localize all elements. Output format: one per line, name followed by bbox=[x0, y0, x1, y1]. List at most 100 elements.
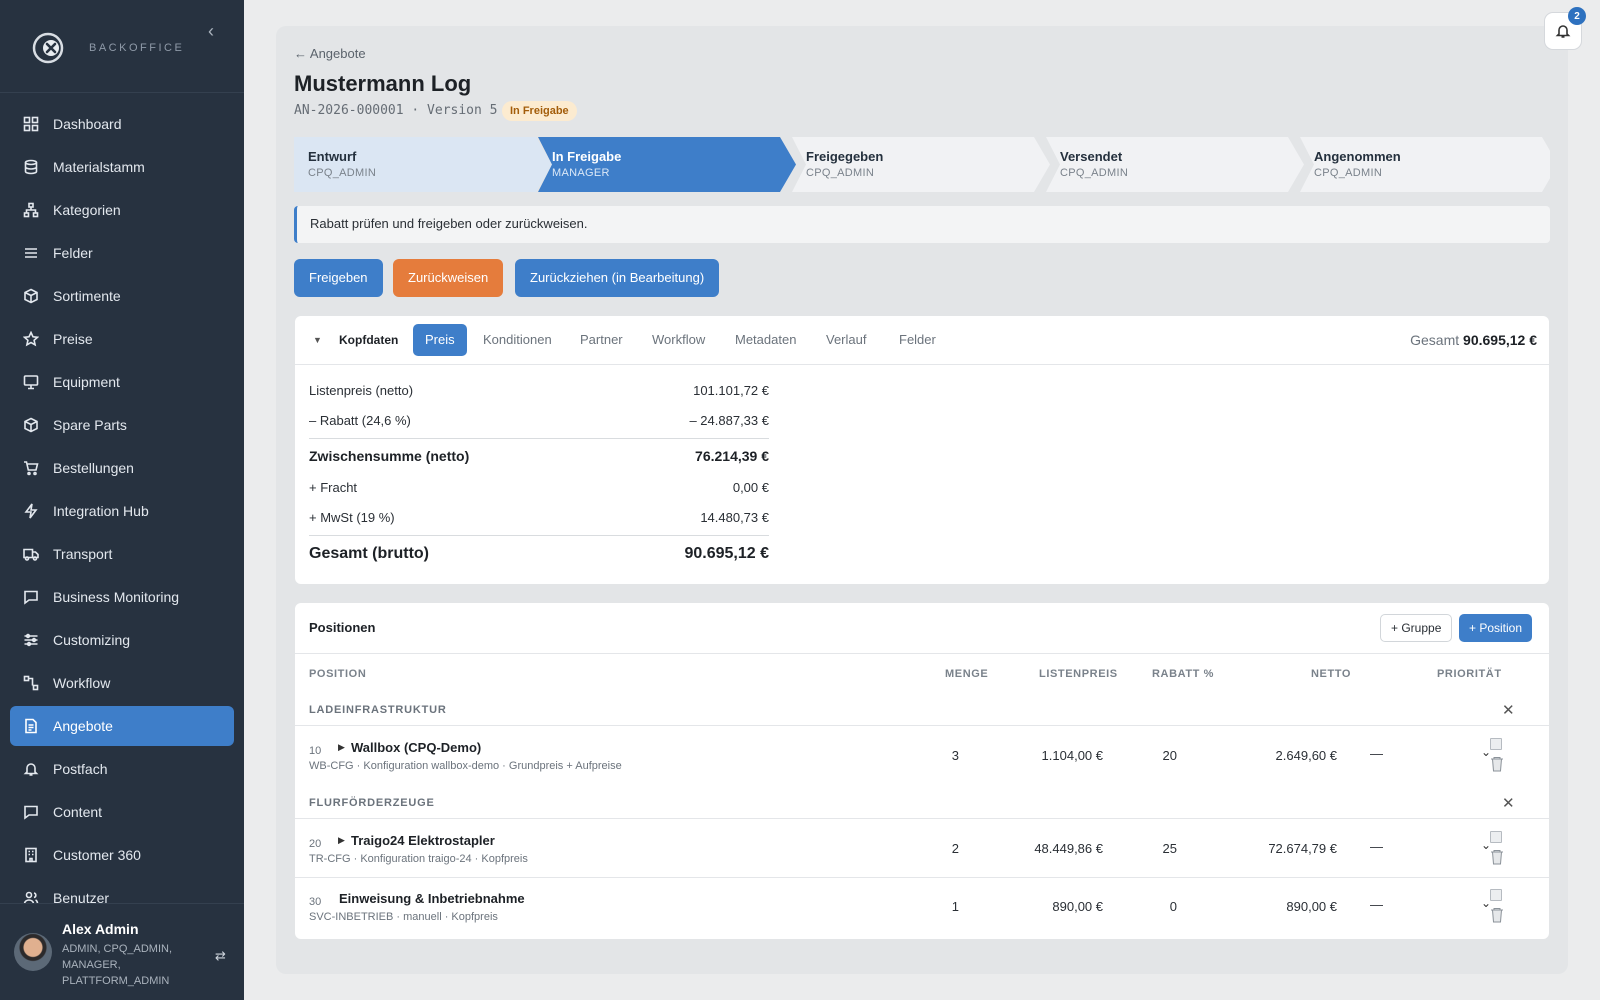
nav-item-label: Bestellungen bbox=[53, 460, 134, 476]
nav-item-transport[interactable]: Transport bbox=[10, 534, 234, 574]
qty-cell[interactable]: 1 bbox=[935, 899, 959, 914]
add-position-button[interactable]: + Position bbox=[1459, 614, 1533, 642]
nav-item-customizing[interactable]: Customizing bbox=[10, 620, 234, 660]
building-icon bbox=[23, 847, 39, 863]
freight-row: + Fracht 0,00 € bbox=[309, 475, 769, 499]
discount-cell[interactable]: 0 bbox=[1141, 899, 1177, 914]
reject-button[interactable]: Zurückweisen bbox=[393, 259, 504, 297]
box-icon bbox=[23, 288, 39, 304]
qty-cell[interactable]: 2 bbox=[935, 841, 959, 856]
step-entwurf[interactable]: Entwurf CPQ_ADMIN bbox=[294, 137, 552, 192]
nav-item-label: Sortimente bbox=[53, 288, 121, 304]
total-value: 90.695,12 € bbox=[1463, 332, 1537, 348]
nav-item-preise[interactable]: Preise bbox=[10, 319, 234, 359]
item-name: Einweisung & Inbetriebnahme bbox=[339, 891, 525, 906]
tab-verlauf[interactable]: Verlauf bbox=[814, 324, 878, 356]
divider bbox=[309, 535, 769, 536]
column-header-discount: RABATT % bbox=[1152, 668, 1215, 680]
column-header-priority: PRIORITÄT bbox=[1437, 668, 1502, 680]
step-name: In Freigabe bbox=[552, 149, 622, 164]
step-name: Entwurf bbox=[308, 149, 357, 164]
position-number: 30 bbox=[309, 896, 322, 908]
position-number: 10 bbox=[309, 745, 322, 757]
nav-item-label: Materialstamm bbox=[53, 159, 145, 175]
close-icon[interactable]: ✕ bbox=[1502, 701, 1515, 719]
nav-item-materialstamm[interactable]: Materialstamm bbox=[10, 147, 234, 187]
priority-value: — bbox=[1370, 897, 1383, 912]
nav-item-business-monitoring[interactable]: Business Monitoring bbox=[10, 577, 234, 617]
trash-icon[interactable] bbox=[1490, 849, 1504, 865]
info-message: Rabatt prüfen und freigeben oder zurückw… bbox=[294, 206, 1550, 243]
nav-item-angebote[interactable]: Angebote bbox=[10, 706, 234, 746]
copy-icon[interactable] bbox=[1490, 738, 1502, 750]
workflow-stepper: Entwurf CPQ_ADMIN In Freigabe MANAGER Fr… bbox=[294, 137, 1550, 192]
close-icon[interactable]: ✕ bbox=[1502, 794, 1515, 812]
back-link[interactable]: ← Angebote bbox=[294, 46, 366, 61]
nav-item-bestellungen[interactable]: Bestellungen bbox=[10, 448, 234, 488]
nav-item-workflow[interactable]: Workflow bbox=[10, 663, 234, 703]
nav-item-label: Benutzer bbox=[53, 890, 110, 904]
document-icon bbox=[23, 718, 39, 734]
expand-icon[interactable]: ▶ bbox=[338, 835, 345, 846]
group-row: LADEINFRASTRUKTUR ✕ bbox=[295, 698, 1549, 726]
tab-workflow[interactable]: Workflow bbox=[640, 324, 717, 356]
tab-konditionen[interactable]: Konditionen bbox=[471, 324, 564, 356]
settings-icon[interactable]: ⇄ bbox=[215, 948, 226, 964]
copy-icon[interactable] bbox=[1490, 831, 1502, 843]
message-icon bbox=[23, 804, 39, 820]
nav-item-felder[interactable]: Felder bbox=[10, 233, 234, 273]
list-price-row: Listenpreis (netto) 101.101,72 € bbox=[309, 378, 769, 402]
trash-icon[interactable] bbox=[1490, 756, 1504, 772]
nav-item-content[interactable]: Content bbox=[10, 792, 234, 832]
column-header-position: POSITION bbox=[309, 668, 367, 680]
row-label: + MwSt (19 %) bbox=[309, 509, 395, 525]
nav-item-label: Workflow bbox=[53, 675, 111, 691]
step-name: Freigegeben bbox=[806, 149, 884, 164]
add-group-button[interactable]: + Gruppe bbox=[1380, 614, 1453, 642]
discount-cell[interactable]: 25 bbox=[1141, 841, 1177, 856]
item-details: SVC-INBETRIEB · manuell · Kopfpreis bbox=[309, 911, 498, 923]
nav-item-label: Equipment bbox=[53, 374, 120, 390]
tab-metadaten[interactable]: Metadaten bbox=[723, 324, 808, 356]
nav-item-customer-360[interactable]: Customer 360 bbox=[10, 835, 234, 875]
row-value: 101.101,72 € bbox=[693, 382, 769, 398]
nav-item-integration-hub[interactable]: Integration Hub bbox=[10, 491, 234, 531]
qty-cell[interactable]: 3 bbox=[935, 748, 959, 763]
list-icon bbox=[23, 245, 39, 261]
nav-item-postfach[interactable]: Postfach bbox=[10, 749, 234, 789]
nav-item-sortimente[interactable]: Sortimente bbox=[10, 276, 234, 316]
sliders-icon bbox=[23, 632, 39, 648]
copy-icon[interactable] bbox=[1490, 889, 1502, 901]
withdraw-button[interactable]: Zurückziehen (in Bearbeitung) bbox=[515, 259, 720, 297]
nav-item-equipment[interactable]: Equipment bbox=[10, 362, 234, 402]
tab-felder[interactable]: Felder bbox=[887, 324, 948, 356]
item-name: Traigo24 Elektrostapler bbox=[351, 833, 495, 848]
nav-item-kategorien[interactable]: Kategorien bbox=[10, 190, 234, 230]
expand-icon[interactable]: ▶ bbox=[338, 742, 345, 753]
tab-partner[interactable]: Partner bbox=[568, 324, 635, 356]
table-row[interactable]: 10 ▶ Wallbox (CPQ-Demo) WB-CFG · Konfigu… bbox=[295, 727, 1549, 785]
step-angenommen[interactable]: Angenommen CPQ_ADMIN bbox=[1300, 137, 1550, 192]
nav-item-label: Angebote bbox=[53, 718, 113, 734]
group-label: LADEINFRASTRUKTUR bbox=[309, 704, 447, 716]
step-versendet[interactable]: Versendet CPQ_ADMIN bbox=[1046, 137, 1304, 192]
collapse-sidebar-button[interactable]: ‹ bbox=[208, 22, 224, 40]
bell-icon bbox=[23, 761, 39, 777]
discount-cell[interactable]: 20 bbox=[1141, 748, 1177, 763]
step-in-freigabe[interactable]: In Freigabe MANAGER bbox=[538, 137, 796, 192]
database-icon bbox=[23, 159, 39, 175]
step-freigegeben[interactable]: Freigegeben CPQ_ADMIN bbox=[792, 137, 1050, 192]
nav-item-dashboard[interactable]: Dashboard bbox=[10, 104, 234, 144]
trash-icon[interactable] bbox=[1490, 907, 1504, 923]
table-row[interactable]: 30 Einweisung & Inbetriebnahme SVC-INBET… bbox=[295, 878, 1549, 936]
nav-item-benutzer[interactable]: Benutzer bbox=[10, 878, 234, 904]
divider bbox=[309, 438, 769, 439]
collapse-caret-icon[interactable]: ▼ bbox=[313, 335, 323, 345]
avatar[interactable] bbox=[14, 933, 52, 971]
table-row[interactable]: 20 ▶ Traigo24 Elektrostapler TR-CFG · Ko… bbox=[295, 820, 1549, 878]
step-role: MANAGER bbox=[552, 167, 610, 179]
subtotal-row: Zwischensumme (netto) 76.214,39 € bbox=[309, 444, 769, 468]
tab-preis[interactable]: Preis bbox=[413, 324, 467, 356]
nav-item-spare-parts[interactable]: Spare Parts bbox=[10, 405, 234, 445]
approve-button[interactable]: Freigeben bbox=[294, 259, 383, 297]
